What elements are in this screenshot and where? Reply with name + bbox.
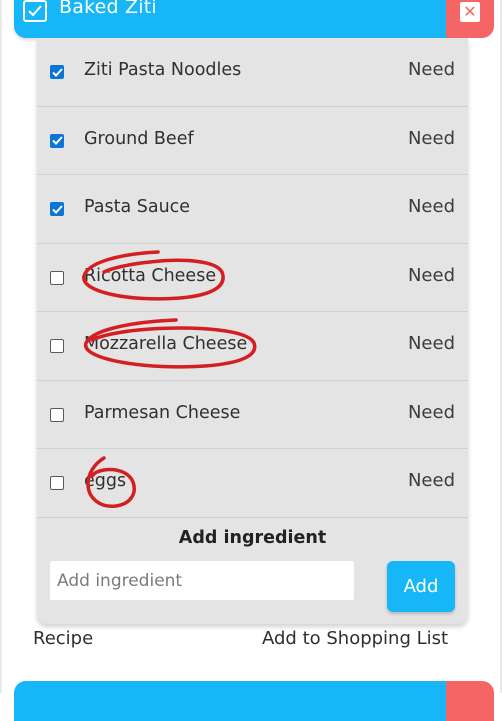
- ingredient-row: Pasta Sauce Need: [37, 175, 468, 244]
- ingredient-name: Ricotta Cheese: [84, 265, 217, 286]
- close-icon: ✕: [460, 2, 480, 22]
- recipe-link[interactable]: Recipe: [33, 628, 93, 649]
- ingredient-name: Ziti Pasta Noodles: [84, 60, 242, 80]
- ingredient-row: Mozzarella Cheese Need: [37, 312, 468, 381]
- ingredient-checkbox[interactable]: [50, 65, 64, 79]
- add-ingredient-button[interactable]: Add: [387, 561, 455, 612]
- add-ingredient-input[interactable]: [50, 561, 354, 600]
- recipe-header[interactable]: Baked Ziti: [14, 0, 446, 38]
- recipe-title: Baked Ziti: [59, 0, 157, 18]
- ingredient-checkbox[interactable]: [50, 270, 64, 285]
- ingredient-list: Ziti Pasta Noodles Need Ground Beef Need…: [37, 38, 468, 518]
- ingredient-panel: Ziti Pasta Noodles Need Ground Beef Need…: [37, 38, 468, 624]
- checkmark-icon: [51, 204, 63, 214]
- ingredient-row: eggs Need: [37, 449, 468, 518]
- add-to-shopping-list-link[interactable]: Add to Shopping List: [262, 628, 448, 649]
- checkmark-icon: [51, 136, 63, 145]
- ingredient-status[interactable]: Need: [408, 333, 455, 354]
- ingredient-status[interactable]: Need: [408, 470, 455, 491]
- ingredient-name: Mozzarella Cheese: [84, 334, 248, 354]
- ingredient-row: Parmesan Cheese Need: [37, 381, 468, 449]
- card-left-border: [0, 0, 2, 693]
- recipe-complete-checkbox[interactable]: [23, 0, 47, 22]
- ingredient-status[interactable]: Need: [408, 265, 455, 286]
- checkmark-icon: [28, 5, 42, 17]
- ingredient-name: Pasta Sauce: [84, 197, 191, 217]
- ingredient-row: Ricotta Cheese Need: [37, 244, 468, 312]
- ingredient-checkbox[interactable]: [50, 202, 64, 216]
- ingredient-checkbox[interactable]: [50, 133, 64, 148]
- ingredient-checkbox[interactable]: [50, 476, 64, 490]
- ingredient-row: Ground Beef Need: [37, 107, 468, 175]
- checkmark-icon: [51, 67, 63, 77]
- ingredient-checkbox[interactable]: [50, 339, 64, 353]
- ingredient-status[interactable]: Need: [408, 59, 455, 80]
- ingredient-name: Parmesan Cheese: [84, 402, 241, 423]
- ingredient-row: Ziti Pasta Noodles Need: [37, 38, 468, 107]
- ingredient-status[interactable]: Need: [408, 196, 455, 217]
- next-delete-recipe-button[interactable]: [446, 681, 494, 721]
- ingredient-name: eggs: [84, 471, 127, 491]
- ingredient-name: Ground Beef: [84, 128, 194, 149]
- ingredient-status[interactable]: Need: [408, 402, 455, 423]
- delete-recipe-button[interactable]: ✕: [446, 0, 494, 38]
- next-recipe-header[interactable]: [14, 681, 446, 721]
- ingredient-status[interactable]: Need: [408, 128, 455, 149]
- ingredient-checkbox[interactable]: [50, 407, 64, 422]
- add-ingredient-heading: Add ingredient: [178, 528, 327, 548]
